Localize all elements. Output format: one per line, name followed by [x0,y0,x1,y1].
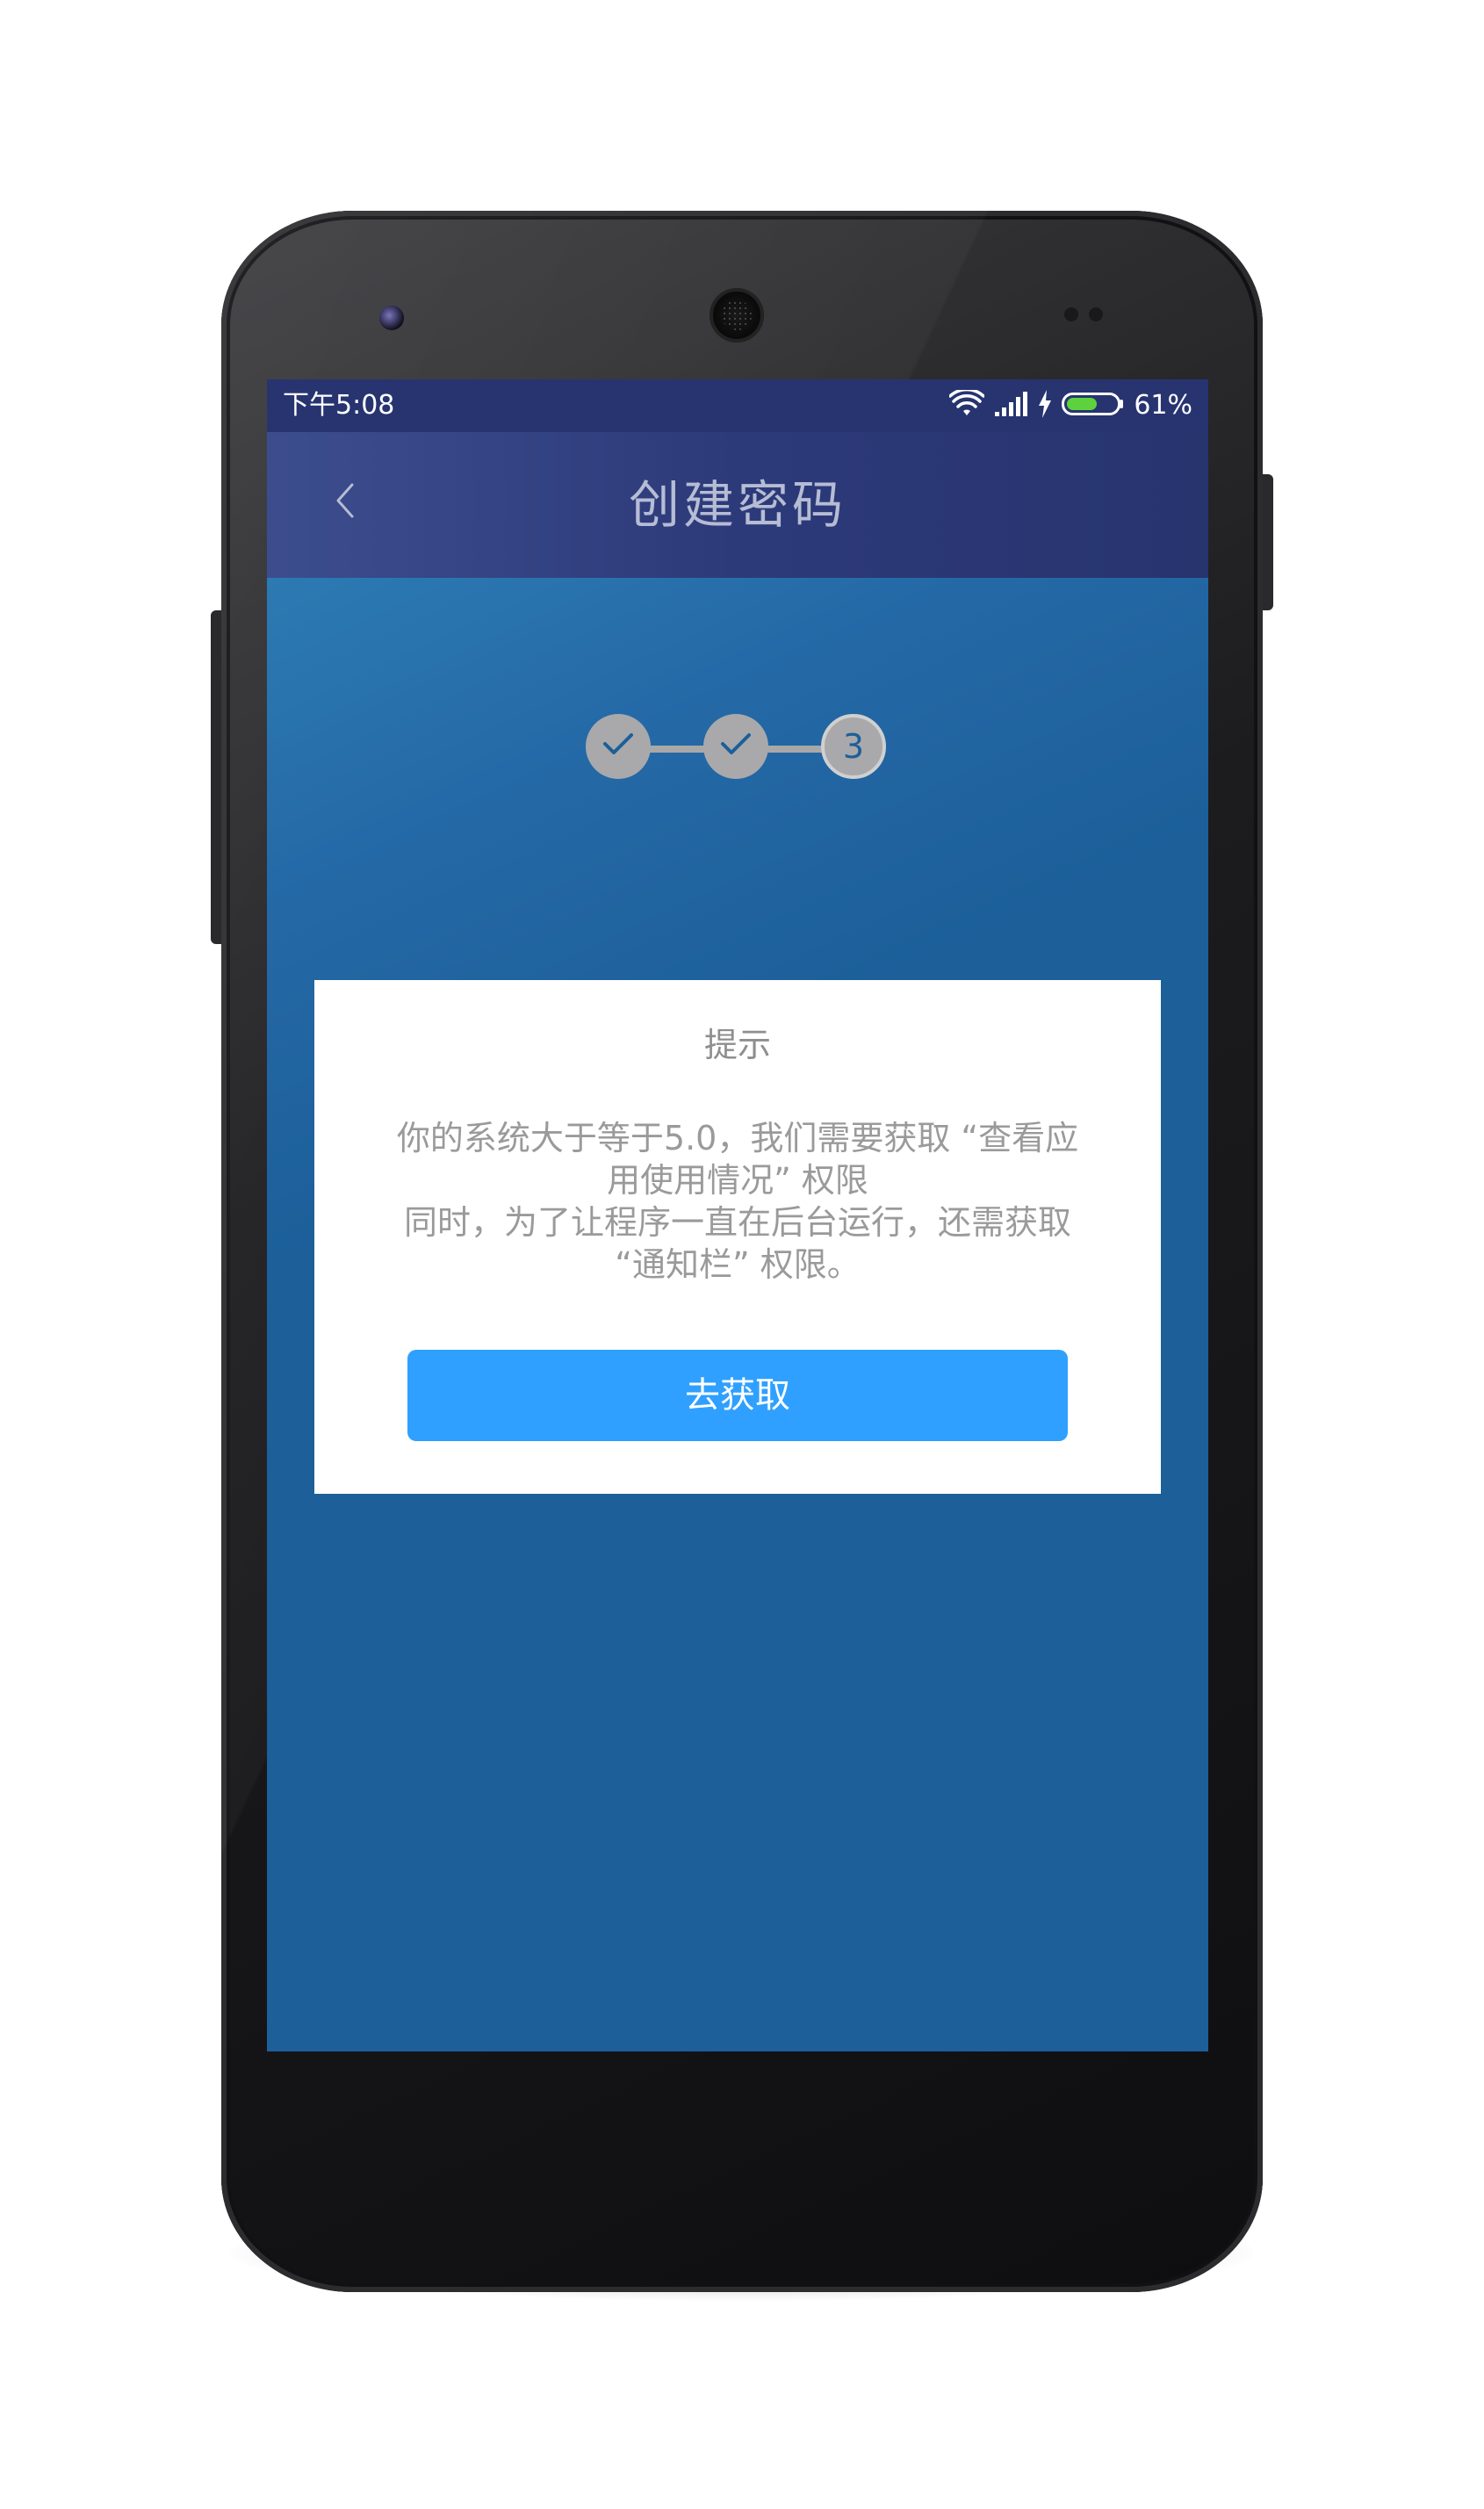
get-permission-button[interactable]: 去获取 [407,1350,1068,1441]
status-bar: 下午5:08 61% [267,379,1208,432]
status-icons: 61% [948,387,1192,423]
check-icon [601,732,636,761]
step-3-current: 3 [821,714,886,779]
dialog-message-line: “通知栏” 权限。 [615,1245,861,1284]
dialog-message-line: 你的系统大于等于5.0，我们需要获取 “查看应 [396,1119,1079,1157]
battery-icon [1062,391,1125,421]
battery-percent: 61% [1134,390,1192,421]
power-button [1261,474,1273,610]
status-time: 下午5:08 [283,390,395,421]
proximity-sensor [1064,307,1078,321]
step-number: 3 [842,727,865,766]
check-icon [718,732,753,761]
front-camera-icon [379,306,404,330]
charging-bolt-icon [1037,390,1053,422]
dialog-title: 提示 [703,1026,771,1064]
back-button[interactable] [318,476,371,529]
dialog-message-line: 用使用情况” 权限 [607,1161,868,1200]
page-title: 创建密码 [628,475,846,535]
signal-icon [993,391,1028,421]
dialog-message-line: 同时，为了让程序一直在后台运行，还需获取 [403,1203,1071,1242]
dialog-message: 你的系统大于等于5.0，我们需要获取 “查看应 用使用情况” 权限 同时，为了让… [367,1117,1108,1286]
light-sensor [1089,307,1103,321]
wifi-icon [948,387,986,422]
step-2-done [703,714,768,779]
chevron-left-icon [331,481,357,523]
speaker-grill [722,300,752,330]
step-indicator: 3 [586,714,888,784]
app-bar: 创建密码 [267,432,1208,578]
step-1-done [586,714,651,779]
device-mockup: 下午5:08 61% 创建密码 3 提示 你的系统大于等于5.0，我们需要获取 … [0,0,1484,2509]
permission-dialog: 提示 你的系统大于等于5.0，我们需要获取 “查看应 用使用情况” 权限 同时，… [314,980,1161,1494]
